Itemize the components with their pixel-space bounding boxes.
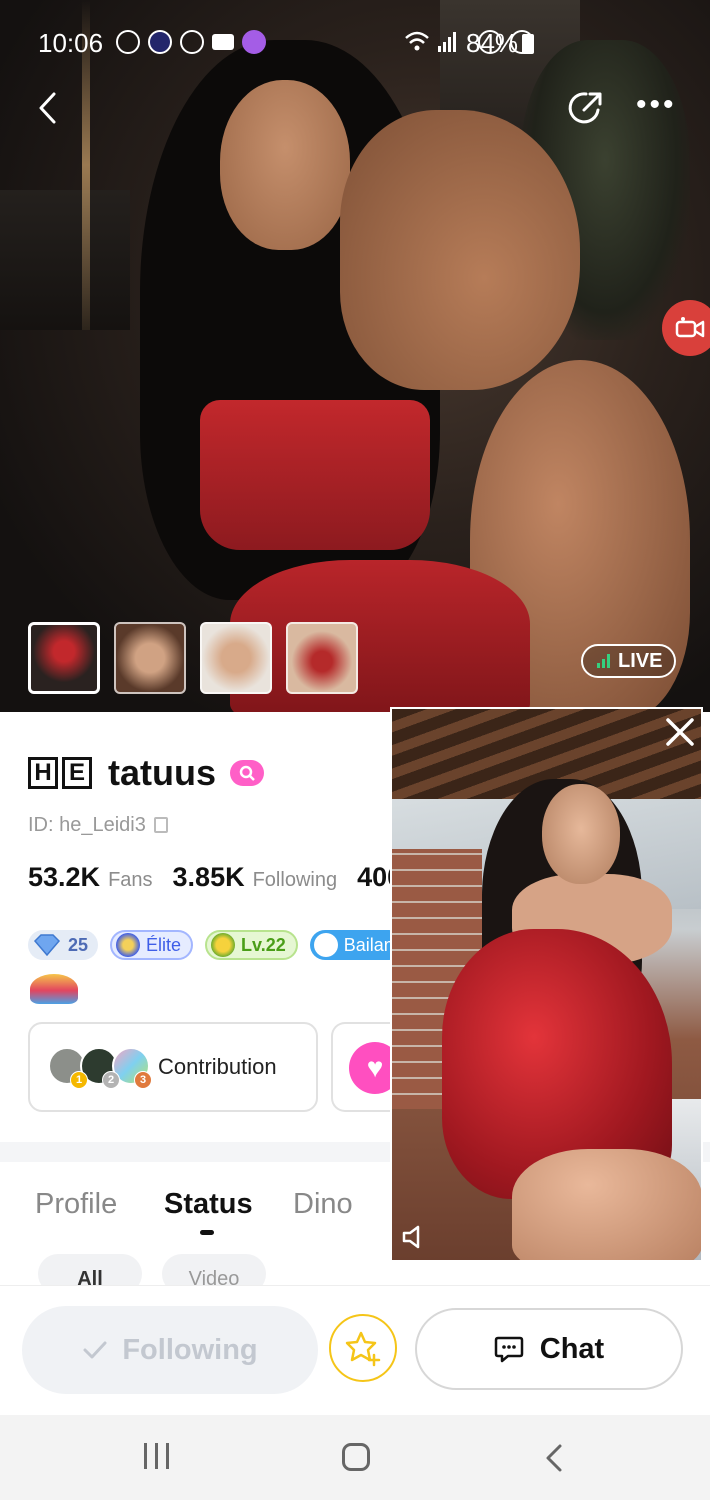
photo-thumbnail[interactable] <box>200 622 272 694</box>
check-icon <box>83 1341 107 1359</box>
username: tatuus <box>108 752 216 793</box>
star-plus-icon <box>345 1331 381 1367</box>
dance-badge-label: Bailan <box>343 934 394 955</box>
following-count[interactable]: 3.85K <box>173 862 245 893</box>
close-icon[interactable] <box>664 714 696 750</box>
fans-label[interactable]: Fans <box>108 869 152 892</box>
person-arm <box>340 110 580 390</box>
photo-thumbnail[interactable] <box>28 622 100 694</box>
fans-count[interactable]: 53.2K <box>28 862 100 893</box>
chat-button[interactable]: Chat <box>415 1308 683 1390</box>
tab-dino[interactable]: Dino <box>293 1188 353 1221</box>
status-time: 10:06 <box>38 28 104 58</box>
search-badge-icon[interactable] <box>230 760 264 786</box>
shield-app-icon <box>180 30 204 54</box>
active-tab-indicator <box>200 1230 214 1235</box>
he-badge: H E <box>28 757 92 789</box>
diamond-badge-value: 25 <box>68 934 89 955</box>
event-badge-icon[interactable] <box>30 974 78 1004</box>
he-badge-letter: E <box>62 757 92 789</box>
diamond-badge[interactable]: 25 <box>28 930 99 960</box>
video-call-button[interactable] <box>662 300 710 356</box>
nav-back-icon[interactable] <box>542 1443 566 1473</box>
live-label: LIVE <box>618 649 663 672</box>
user-id[interactable]: ID: he_Leidi3 <box>28 814 168 837</box>
photo-thumbnails <box>28 622 358 694</box>
video-camera-icon <box>212 34 234 50</box>
rank-badge: 1 <box>70 1071 88 1089</box>
dancer-icon <box>313 933 338 957</box>
photo-thumbnail[interactable] <box>114 622 186 694</box>
more-options-icon[interactable]: ••• <box>636 90 676 130</box>
notification-icons <box>116 30 266 54</box>
battery-level: 84% <box>466 28 535 59</box>
elite-badge-label: Élite <box>146 934 182 955</box>
photo-thumbnail[interactable] <box>286 622 358 694</box>
background-shelf <box>0 190 130 330</box>
chat-label: Chat <box>539 1332 605 1365</box>
wifi-signal-icon <box>405 31 456 52</box>
share-icon[interactable] <box>566 88 606 128</box>
he-badge-letter: H <box>28 757 58 789</box>
status-bar: 10:06 84% <box>0 0 710 84</box>
rank-badge: 3 <box>134 1071 152 1089</box>
elite-badge[interactable]: Élite <box>110 930 194 960</box>
name-row: H E tatuus <box>28 752 264 794</box>
live-signal-icon <box>597 654 610 668</box>
tab-status[interactable]: Status <box>164 1188 253 1221</box>
following-label: Following <box>122 1333 258 1366</box>
contribution-card[interactable]: 1 2 3 Contribution <box>28 1022 318 1112</box>
contributor-avatars: 1 2 3 <box>48 1047 152 1089</box>
following-label[interactable]: Following <box>253 869 337 892</box>
video-person-legs <box>512 1149 701 1260</box>
tab-profile[interactable]: Profile <box>35 1188 117 1221</box>
elite-icon <box>116 933 141 957</box>
floating-video-player[interactable] <box>390 707 703 1262</box>
chat-bubble-icon <box>494 1336 524 1363</box>
following-button[interactable]: Following <box>22 1306 318 1394</box>
back-arrow-icon[interactable] <box>30 88 70 128</box>
battery-percent: 84% <box>466 28 519 58</box>
level-badge[interactable]: Lv.22 <box>205 930 298 960</box>
home-icon[interactable] <box>342 1443 370 1471</box>
person-face <box>220 80 350 250</box>
recent-apps-icon[interactable] <box>144 1443 169 1469</box>
copy-icon[interactable] <box>153 817 168 833</box>
flower-app-icon <box>242 30 266 54</box>
badge-row: 25 Élite Lv.22 Bailan <box>28 930 404 960</box>
sound-icon[interactable] <box>400 1222 430 1252</box>
battery-icon <box>522 34 535 54</box>
video-person-face <box>542 784 620 884</box>
favorite-star-button[interactable] <box>329 1314 397 1382</box>
system-navigation-bar <box>0 1415 710 1500</box>
video-call-icon <box>675 317 705 338</box>
live-badge[interactable]: LIVE <box>581 644 677 678</box>
rank-badge: 2 <box>102 1071 120 1089</box>
bottom-action-bar: Following Chat <box>0 1285 710 1415</box>
diamond-icon <box>33 934 61 956</box>
user-id-text: ID: he_Leidi3 <box>28 814 146 836</box>
person-top <box>200 400 430 550</box>
level-icon <box>211 933 236 957</box>
sync-icon <box>116 30 140 54</box>
level-badge-label: Lv.22 <box>241 934 286 955</box>
crypto-app-icon <box>148 30 172 54</box>
contribution-label: Contribution <box>158 1054 277 1079</box>
